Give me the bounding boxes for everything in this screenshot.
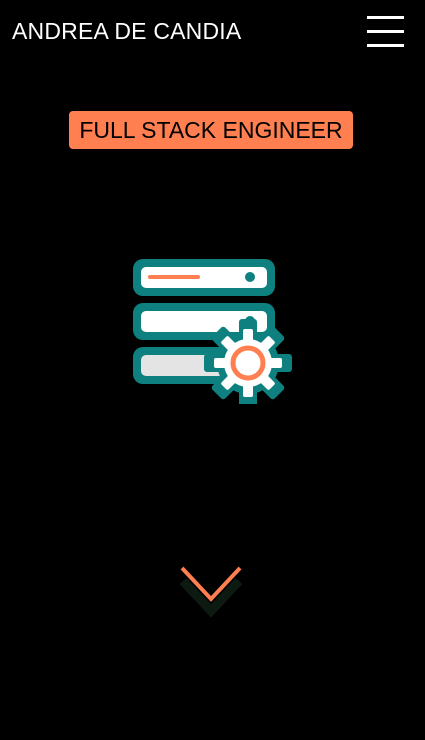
site-title[interactable]: ANDREA DE CANDIA (12, 17, 241, 45)
role-badge: FULL STACK ENGINEER (69, 111, 353, 149)
chevron-down-icon (179, 566, 243, 618)
server-gear-icon (133, 259, 292, 404)
menu-button[interactable] (367, 16, 405, 49)
scroll-down-button[interactable] (176, 560, 248, 624)
